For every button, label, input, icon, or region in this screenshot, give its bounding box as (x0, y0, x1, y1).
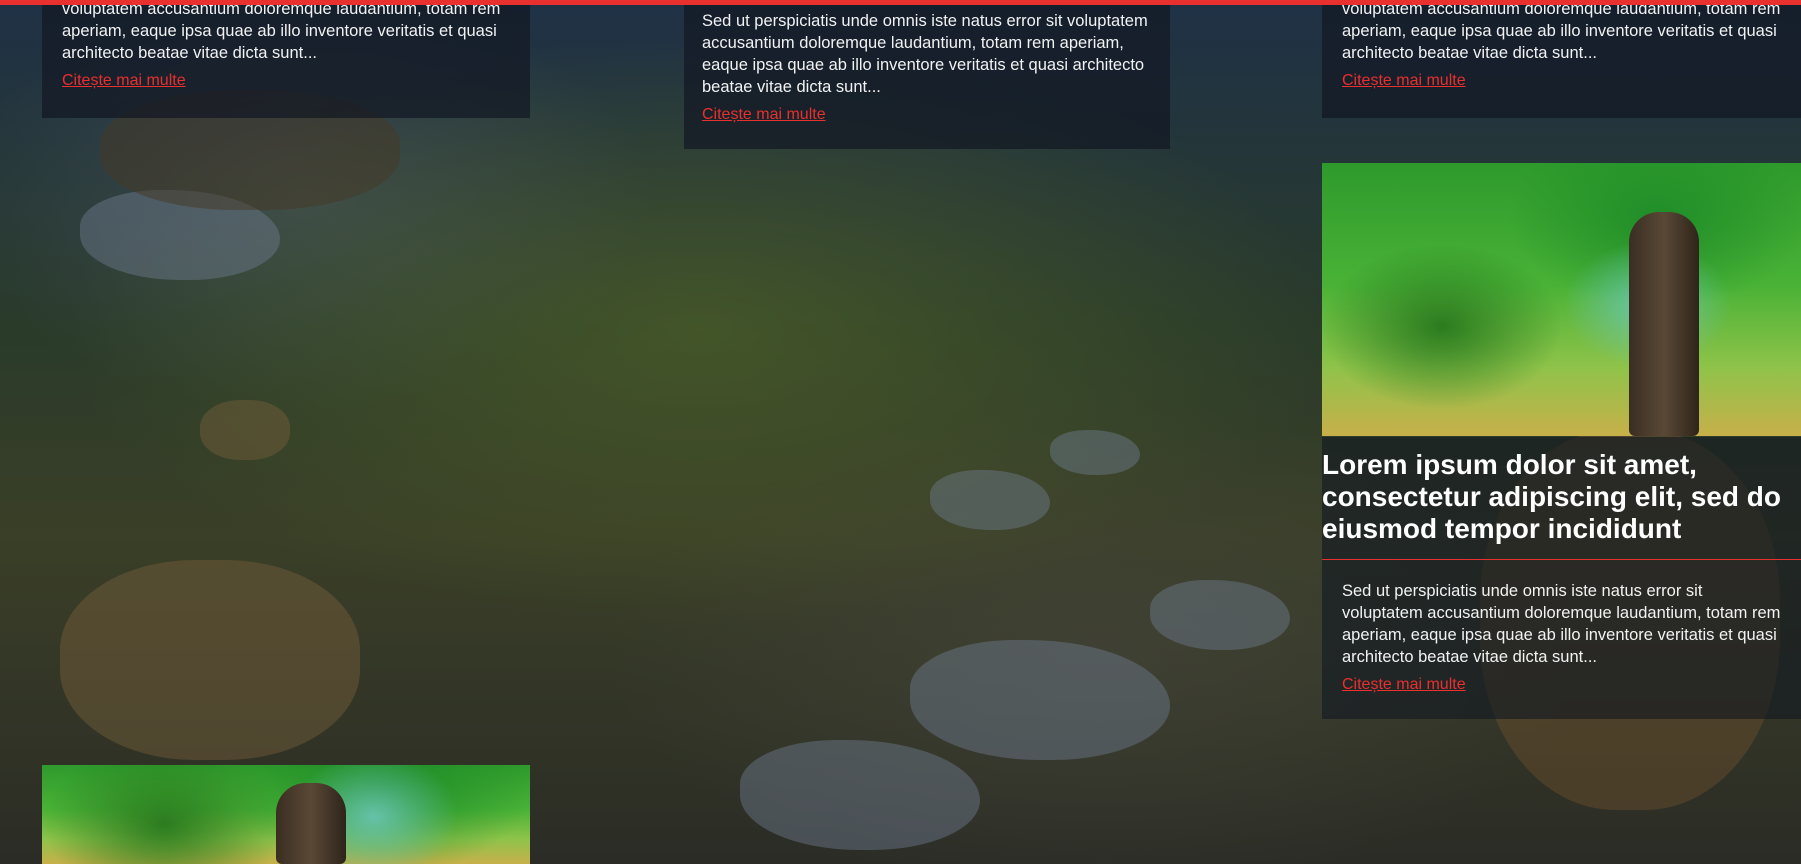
read-more-link[interactable]: Citește mai multe (1342, 676, 1466, 694)
article-excerpt: voluptatem accusantium doloremque laudan… (1342, 0, 1781, 62)
read-more-link[interactable]: Citește mai multe (1342, 72, 1466, 90)
read-more-link[interactable]: Citește mai multe (702, 106, 826, 124)
article-excerpt: voluptatem accusantium doloremque laudan… (62, 0, 501, 62)
article-title[interactable]: Lorem ipsum dolor sit amet, consectetur … (1322, 437, 1801, 559)
article-thumbnail[interactable] (42, 765, 530, 864)
article-excerpt: Sed ut perspiciatis unde omnis iste natu… (702, 12, 1148, 96)
article-card: voluptatem accusantium doloremque laudan… (1322, 0, 1801, 118)
article-thumbnail[interactable] (1322, 163, 1801, 436)
read-more-link[interactable]: Citește mai multe (62, 72, 186, 90)
article-card: Lorem ipsum dolor sit amet, consectetur … (1322, 437, 1801, 719)
lynx-figure (60, 560, 360, 760)
article-card: Sed ut perspiciatis unde omnis iste natu… (684, 0, 1170, 149)
wolf-figure (200, 400, 290, 460)
top-accent-bar (0, 0, 1801, 5)
article-excerpt: Sed ut perspiciatis unde omnis iste natu… (1342, 582, 1781, 666)
article-card: voluptatem accusantium doloremque laudan… (42, 0, 530, 118)
